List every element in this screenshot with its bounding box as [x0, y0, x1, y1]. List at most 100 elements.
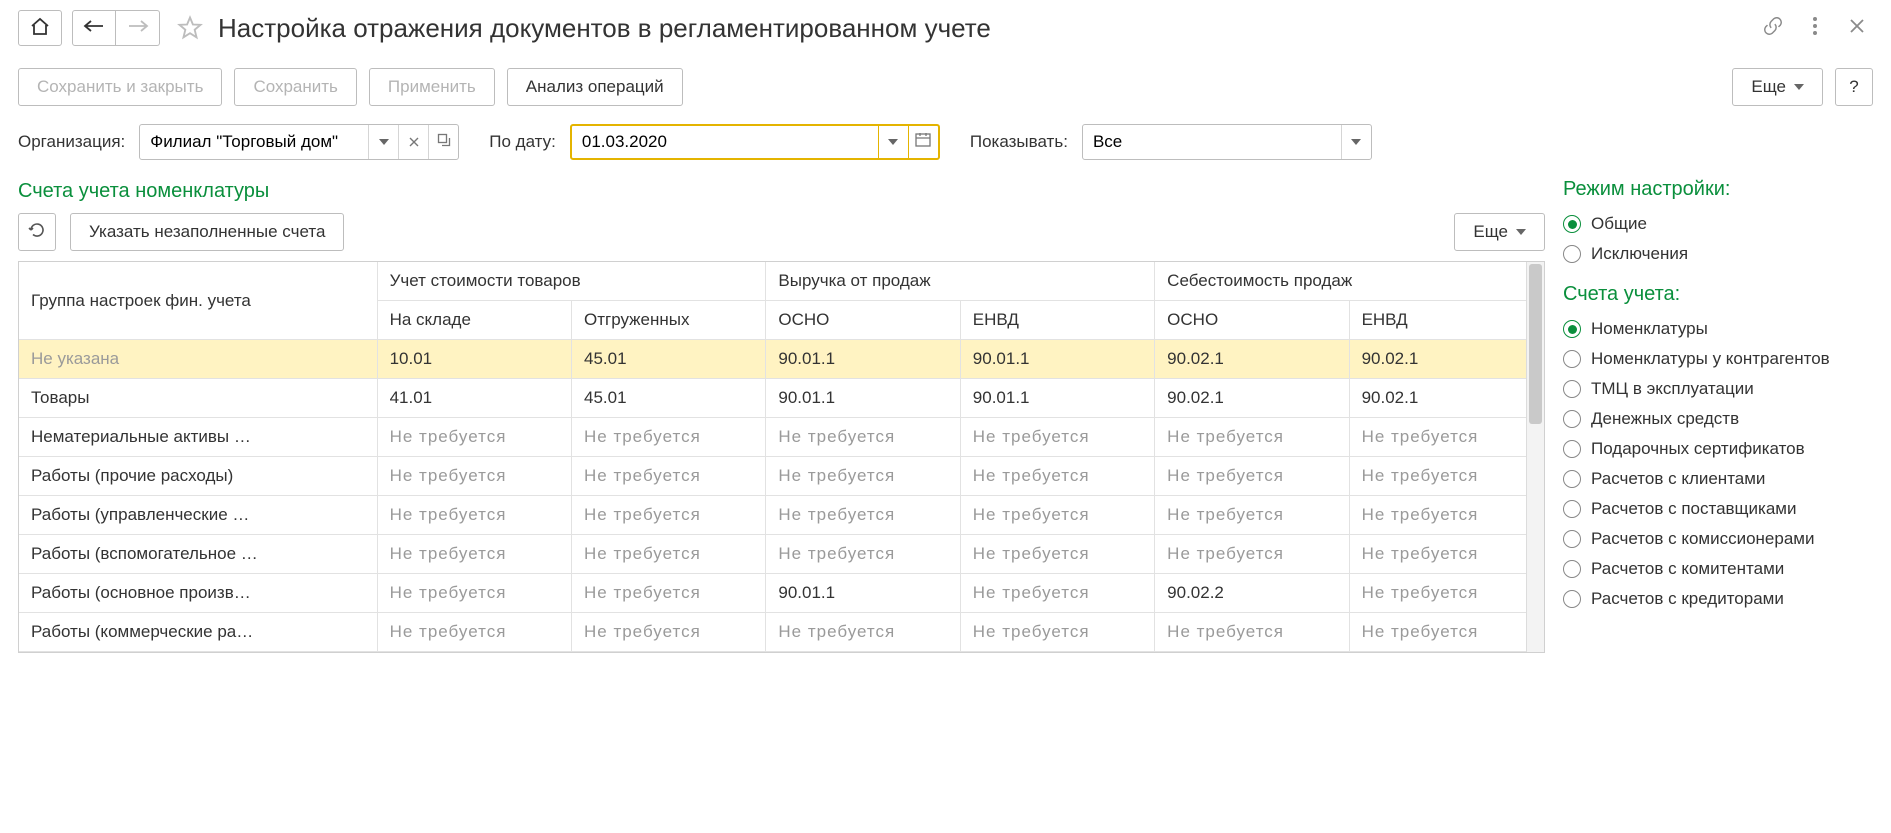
cell-account[interactable]: Не требуется — [1155, 535, 1349, 574]
cell-account[interactable]: 90.01.1 — [766, 379, 960, 418]
cell-account[interactable]: Не требуется — [377, 535, 571, 574]
date-dropdown-button[interactable] — [878, 126, 908, 158]
cell-account[interactable]: Не требуется — [1155, 613, 1349, 652]
cell-account[interactable]: Не требуется — [571, 496, 765, 535]
cell-account[interactable]: 90.02.1 — [1155, 379, 1349, 418]
th-cost-osno[interactable]: ОСНО — [1155, 301, 1349, 340]
cell-group-name[interactable]: Нематериальные активы … — [19, 418, 377, 457]
th-revenue[interactable]: Выручка от продаж — [766, 262, 1155, 301]
cell-account[interactable]: Не требуется — [377, 496, 571, 535]
cell-account[interactable]: 90.02.1 — [1349, 379, 1543, 418]
org-combo[interactable] — [139, 124, 459, 160]
radio-option[interactable]: Расчетов с клиентами — [1563, 464, 1873, 494]
close-button[interactable] — [1841, 12, 1873, 44]
cell-group-name[interactable]: Работы (вспомогательное … — [19, 535, 377, 574]
radio-option[interactable]: Исключения — [1563, 239, 1873, 269]
cell-account[interactable]: Не требуется — [766, 496, 960, 535]
radio-option[interactable]: Расчетов с поставщиками — [1563, 494, 1873, 524]
cell-account[interactable]: Не требуется — [377, 574, 571, 613]
cell-account[interactable]: Не требуется — [1349, 535, 1543, 574]
cell-account[interactable]: 90.01.1 — [766, 340, 960, 379]
cell-group-name[interactable]: Работы (прочие расходы) — [19, 457, 377, 496]
table-row[interactable]: Работы (вспомогательное …Не требуетсяНе … — [19, 535, 1544, 574]
date-input[interactable] — [572, 126, 878, 158]
show-input[interactable] — [1083, 125, 1341, 159]
date-calendar-button[interactable] — [908, 126, 938, 158]
fill-empty-accounts-button[interactable]: Указать незаполненные счета — [70, 213, 344, 251]
cell-account[interactable]: Не требуется — [571, 613, 765, 652]
table-scrollbar[interactable] — [1526, 262, 1544, 652]
cell-account[interactable]: 45.01 — [571, 340, 765, 379]
date-combo[interactable] — [570, 124, 940, 160]
th-group[interactable]: Группа настроек фин. учета — [19, 262, 377, 340]
th-stock[interactable]: Учет стоимости товаров — [377, 262, 766, 301]
cell-account[interactable]: Не требуется — [1155, 496, 1349, 535]
cell-account[interactable]: 90.01.1 — [960, 379, 1154, 418]
cell-account[interactable]: Не требуется — [1349, 574, 1543, 613]
more-button[interactable]: Еще — [1732, 68, 1823, 106]
forward-button[interactable] — [116, 10, 160, 46]
cell-account[interactable]: Не требуется — [571, 535, 765, 574]
radio-option[interactable]: Номенклатуры у контрагентов — [1563, 344, 1873, 374]
table-row[interactable]: Работы (коммерческие ра…Не требуетсяНе т… — [19, 613, 1544, 652]
cell-account[interactable]: Не требуется — [571, 574, 765, 613]
cell-account[interactable]: Не требуется — [766, 457, 960, 496]
cell-account[interactable]: Не требуется — [960, 457, 1154, 496]
link-button[interactable] — [1757, 12, 1789, 44]
accounts-table[interactable]: Группа настроек фин. учета Учет стоимост… — [19, 262, 1544, 652]
cell-account[interactable]: Не требуется — [766, 535, 960, 574]
radio-option[interactable]: Общие — [1563, 209, 1873, 239]
cell-account[interactable]: Не требуется — [1155, 457, 1349, 496]
cell-group-name[interactable]: Не указана — [19, 340, 377, 379]
radio-option[interactable]: Расчетов с кредиторами — [1563, 584, 1873, 614]
cell-account[interactable]: Не требуется — [571, 418, 765, 457]
cell-account[interactable]: Не требуется — [960, 613, 1154, 652]
help-button[interactable]: ? — [1835, 68, 1873, 106]
home-button[interactable] — [18, 10, 62, 46]
th-revenue-osno[interactable]: ОСНО — [766, 301, 960, 340]
save-button[interactable]: Сохранить — [234, 68, 356, 106]
table-row[interactable]: Товары41.0145.0190.01.190.01.190.02.190.… — [19, 379, 1544, 418]
cell-account[interactable]: Не требуется — [766, 613, 960, 652]
cell-account[interactable]: Не требуется — [960, 574, 1154, 613]
cell-account[interactable]: Не требуется — [766, 418, 960, 457]
cell-account[interactable]: Не требуется — [1349, 457, 1543, 496]
refresh-button[interactable] — [18, 213, 56, 251]
cell-account[interactable]: Не требуется — [960, 496, 1154, 535]
cell-account[interactable]: 10.01 — [377, 340, 571, 379]
back-button[interactable] — [72, 10, 116, 46]
apply-button[interactable]: Применить — [369, 68, 495, 106]
table-more-button[interactable]: Еще — [1454, 213, 1545, 251]
cell-account[interactable]: Не требуется — [1349, 418, 1543, 457]
cell-account[interactable]: Не требуется — [1349, 613, 1543, 652]
org-open-button[interactable] — [428, 125, 458, 159]
cell-account[interactable]: Не требуется — [377, 418, 571, 457]
cell-account[interactable]: Не требуется — [960, 418, 1154, 457]
save-and-close-button[interactable]: Сохранить и закрыть — [18, 68, 222, 106]
th-cost[interactable]: Себестоимость продаж — [1155, 262, 1544, 301]
th-revenue-envd[interactable]: ЕНВД — [960, 301, 1154, 340]
cell-group-name[interactable]: Работы (коммерческие ра… — [19, 613, 377, 652]
cell-account[interactable]: 90.01.1 — [960, 340, 1154, 379]
show-combo[interactable] — [1082, 124, 1372, 160]
th-stock-warehouse[interactable]: На складе — [377, 301, 571, 340]
radio-option[interactable]: Подарочных сертификатов — [1563, 434, 1873, 464]
cell-account[interactable]: Не требуется — [1349, 496, 1543, 535]
cell-account[interactable]: Не требуется — [377, 613, 571, 652]
cell-account[interactable]: Не требуется — [377, 457, 571, 496]
cell-account[interactable]: 90.02.2 — [1155, 574, 1349, 613]
cell-account[interactable]: 90.02.1 — [1155, 340, 1349, 379]
analyze-operations-button[interactable]: Анализ операций — [507, 68, 683, 106]
org-input[interactable] — [140, 125, 368, 159]
cell-account[interactable]: Не требуется — [960, 535, 1154, 574]
cell-group-name[interactable]: Работы (основное произв… — [19, 574, 377, 613]
radio-option[interactable]: Денежных средств — [1563, 404, 1873, 434]
show-dropdown-button[interactable] — [1341, 125, 1371, 159]
cell-account[interactable]: 45.01 — [571, 379, 765, 418]
cell-group-name[interactable]: Товары — [19, 379, 377, 418]
radio-option[interactable]: ТМЦ в эксплуатации — [1563, 374, 1873, 404]
cell-account[interactable]: Не требуется — [571, 457, 765, 496]
cell-account[interactable]: Не требуется — [1155, 418, 1349, 457]
table-row[interactable]: Работы (прочие расходы)Не требуетсяНе тр… — [19, 457, 1544, 496]
org-dropdown-button[interactable] — [368, 125, 398, 159]
